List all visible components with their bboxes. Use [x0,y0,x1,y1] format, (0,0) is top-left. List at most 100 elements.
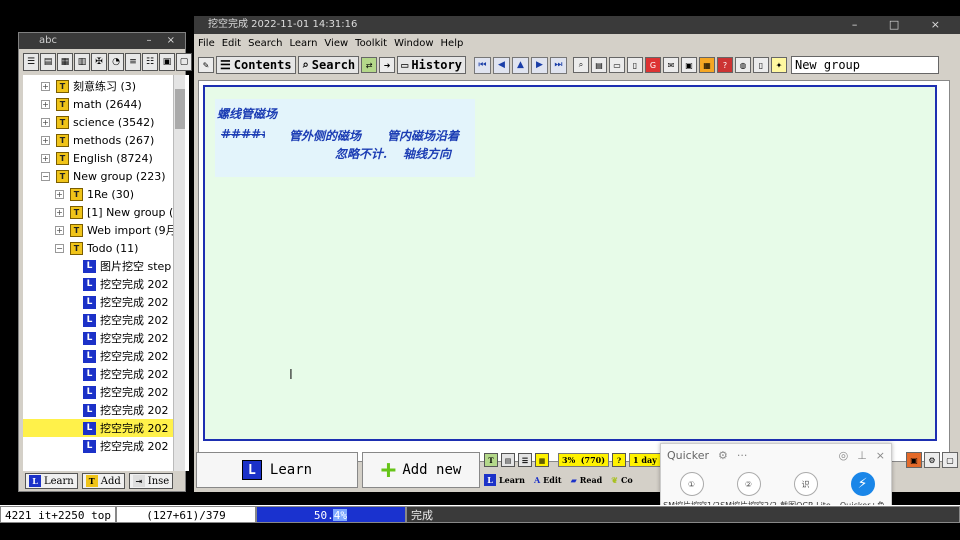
status-bar: 4221 it+2250 top (127+61)/379 50.4% 完成 [0,505,960,523]
tree-tool-icon[interactable]: ▥ [74,53,90,71]
search-label: Search [311,58,356,72]
doc-icon[interactable]: ▤ [501,453,515,467]
tree-tool-icon[interactable]: ◔ [108,53,124,71]
topic-icon[interactable]: T [484,453,498,467]
monitor-icon[interactable]: ▭ [608,57,625,73]
tree-tool-icon[interactable]: ☷ [142,53,158,71]
expand-icon[interactable]: + [41,99,50,109]
zoom-icon[interactable]: ⌕ [572,57,589,73]
expand-icon[interactable]: + [41,153,50,163]
menu-toolkit[interactable]: Toolkit [355,36,387,52]
settings-icon[interactable]: ⚙ [924,452,940,468]
tree-list[interactable]: + T 刻意练习 (3) + Tmath (2644) + Tscience (3542… [23,75,189,471]
menu-window[interactable]: Window [394,36,433,52]
folder-icon[interactable]: ✎ [198,57,214,73]
contents-label: Contents [233,58,292,72]
window-icon[interactable]: ▢ [942,452,958,468]
learning-mini-panel: T ▤ ☰ ▦ 3% (770) ? 1 day L Learn A Edit … [484,452,664,492]
contents-button[interactable]: ☰ Contents [216,56,296,74]
last-icon[interactable]: ⏭ [549,56,567,74]
learn-button[interactable]: L Learn [196,452,358,488]
priority-icon[interactable]: ? [612,453,627,467]
card-frame[interactable]: 螺线管磁场 ###### 管外侧的磁场 管内磁场沿着 忽略不计. 轴线方向 I [203,85,937,441]
tree-tool-icon[interactable]: ▦ [57,53,73,71]
back-icon[interactable]: ◀ [492,56,510,74]
list-icon[interactable]: ☰ [518,453,532,467]
tree-item[interactable]: + Tmath (2644) [41,95,189,113]
pin-icon[interactable]: ⊥ [857,449,867,462]
tree-item[interactable]: + T [1] New group (1 [55,203,189,221]
tree-insert-button[interactable]: ⇥ Inse [128,473,174,489]
sync-icon[interactable]: ⇄ [361,57,378,73]
menu-file[interactable]: File [198,36,215,52]
tree-add-button[interactable]: T Add [81,473,125,489]
expand-icon[interactable]: + [55,189,64,199]
more-icon[interactable]: ··· [737,449,748,462]
close-icon[interactable]: × [876,449,885,462]
mail-icon[interactable]: ✉ [662,57,679,73]
mini-edit-label[interactable]: Edit [543,475,561,485]
expand-icon[interactable]: + [41,81,50,91]
tree-tool-icon[interactable]: ≡ [125,53,141,71]
tree-item[interactable]: + T English (8724) [41,149,189,167]
tree-item[interactable]: + T 刻意练习 (3) [41,77,189,95]
forward-gray-icon[interactable]: ➜ [379,57,396,73]
tree-tool-icon[interactable]: ✠ [91,53,107,71]
image-icon[interactable]: ▣ [680,57,697,73]
menu-view[interactable]: View [324,36,348,52]
tree-item[interactable]: + T 1Re (30) [55,185,189,203]
first-icon[interactable]: ⏮ [473,56,491,74]
collapse-icon[interactable]: − [41,171,50,181]
menu-edit[interactable]: Edit [222,36,241,52]
expand-icon[interactable]: + [41,117,50,127]
tree-window-controls[interactable]: – × [146,33,181,49]
tree-item-label: 1Re (30) [87,187,134,201]
menu-help[interactable]: Help [441,36,464,52]
tree-item[interactable]: + Tscience (3542) [41,113,189,131]
doc-icon[interactable]: ▯ [626,57,643,73]
add-new-label: Add new [402,462,462,478]
google-icon[interactable]: G [644,57,661,73]
tree-item-selected[interactable]: L 挖空完成 202 [23,419,173,437]
mini-co-label[interactable]: Co [621,475,633,485]
tree-learn-button[interactable]: L Learn [25,473,78,489]
tree-tool-icon[interactable]: ▢ [176,53,192,71]
tool-orange-icon[interactable]: ▣ [906,452,922,468]
tree-tool-icon[interactable]: ▤ [40,53,56,71]
scroll-thumb[interactable] [175,89,185,129]
status-progress: 50.4% [256,506,406,523]
search-button[interactable]: ⌕ Search [297,56,360,74]
forward-icon[interactable]: ▶ [530,56,548,74]
history-button[interactable]: ▭ History [397,56,466,74]
user-icon[interactable]: ◎ [839,449,849,462]
tree-item[interactable]: − T New group (223) [41,167,189,185]
help-circle-icon[interactable]: ? [716,57,733,73]
expand-icon[interactable]: + [55,207,64,217]
globe-icon[interactable]: ◍ [734,57,751,73]
gear-icon[interactable]: ⚙ [718,449,728,462]
menu-learn[interactable]: Learn [289,36,317,52]
collapse-icon[interactable]: − [55,243,64,253]
tree-tool-icon[interactable]: ☰ [23,53,39,71]
tree-item[interactable]: + Tmethods (267) [41,131,189,149]
tree-item[interactable]: − T Todo (11) [55,239,189,257]
mini-learn-label[interactable]: Learn [499,475,525,485]
window-controls[interactable]: – □ × [852,16,954,34]
group-field[interactable]: New group [790,56,939,74]
tree-tool-icon[interactable]: ▣ [159,53,175,71]
tree-item[interactable]: + T Web import (9月 [55,221,189,239]
tree-item-label: 挖空完成 202 [100,350,169,363]
book-icon[interactable]: ▤ [590,57,607,73]
expand-icon[interactable]: + [55,225,64,235]
stats-icon[interactable]: ▦ [535,453,549,467]
color-grid-icon[interactable]: ▦ [698,57,715,73]
up-icon[interactable]: ▲ [511,56,529,74]
tree-scrollbar[interactable] [173,75,185,471]
page-icon[interactable]: ▯ [752,57,769,73]
add-new-button[interactable]: + Add new [362,452,480,488]
topic-icon: T [56,151,69,165]
expand-icon[interactable]: + [41,135,50,145]
mini-read-label[interactable]: Read [580,475,603,485]
bulb-icon[interactable]: ✦ [770,57,787,73]
menu-search[interactable]: Search [248,36,282,52]
